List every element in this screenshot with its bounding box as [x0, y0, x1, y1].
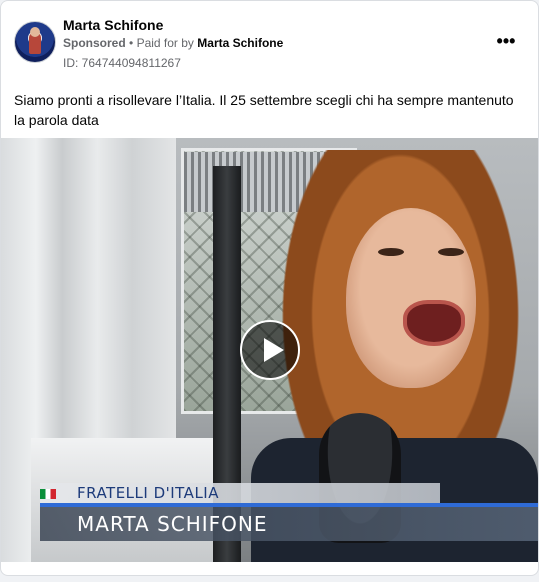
video-person-mouth	[403, 300, 465, 346]
more-options-icon[interactable]: •••	[494, 31, 518, 51]
post-text: Siamo pronti a risollevare l’Italia. Il …	[14, 92, 514, 128]
meta-separator: •	[129, 36, 134, 50]
party-flag-icon	[40, 489, 56, 499]
video-person-eye	[378, 248, 404, 256]
ad-card: Marta Schifone Sponsored • Paid for by M…	[0, 0, 539, 576]
sponsored-label: Sponsored	[63, 36, 126, 50]
paid-for-prefix: Paid for by	[136, 36, 194, 50]
avatar-head	[30, 27, 40, 37]
ad-header: Marta Schifone Sponsored • Paid for by M…	[14, 15, 526, 71]
ad-id: ID: 764744094811267	[63, 56, 181, 70]
play-icon[interactable]	[240, 320, 300, 380]
caption-party: FRATELLI D'ITALIA	[40, 483, 440, 503]
video-player[interactable]: FRATELLI D'ITALIA MARTA SCHIFONE	[1, 138, 538, 562]
video-person-eye	[438, 248, 464, 256]
avatar[interactable]	[14, 21, 56, 63]
caption-name: MARTA SCHIFONE	[40, 507, 538, 541]
video-person-face	[346, 208, 476, 388]
paid-for-name[interactable]: Marta Schifone	[197, 36, 283, 50]
sponsored-line: Sponsored • Paid for by Marta Schifone	[63, 36, 283, 50]
page-name[interactable]: Marta Schifone	[63, 17, 163, 33]
